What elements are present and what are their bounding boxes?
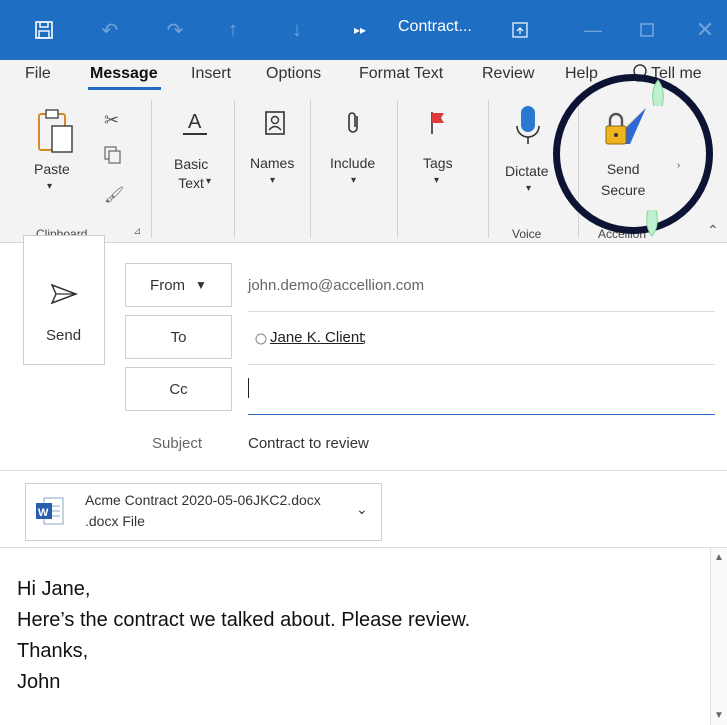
tags-dropdown-icon[interactable]: ▾ (434, 175, 439, 186)
close-icon[interactable]: ✕ (690, 0, 720, 60)
tab-insert[interactable]: Insert (191, 65, 231, 83)
cc-button[interactable]: Cc (125, 367, 232, 411)
more-commands-icon[interactable]: ▸▸ (345, 0, 375, 60)
redo-icon[interactable]: ↷ (160, 0, 190, 60)
maximize-icon[interactable] (632, 0, 662, 60)
ribbon-display-icon[interactable] (505, 0, 535, 60)
tab-format-text[interactable]: Format Text (359, 65, 443, 83)
attachment-name: Acme Contract 2020-05-06JKC2.docx (85, 492, 321, 508)
send-label: Send (46, 327, 82, 344)
presence-icon (255, 332, 267, 350)
from-label: From (150, 276, 186, 294)
scroll-down-icon[interactable]: ▼ (714, 710, 724, 721)
send-button[interactable]: Send (23, 235, 105, 365)
microphone-icon[interactable] (514, 104, 542, 153)
flag-icon[interactable] (428, 110, 448, 141)
basic-text-dropdown-icon[interactable]: ▾ (206, 176, 211, 187)
tags-label[interactable]: Tags (423, 155, 453, 171)
subject-label: Subject (152, 435, 203, 452)
names-label[interactable]: Names (250, 155, 294, 171)
scroll-up-icon[interactable]: ▲ (714, 552, 724, 563)
paste-icon[interactable] (36, 108, 76, 161)
tab-help[interactable]: Help (565, 65, 598, 83)
highlight-circle (553, 74, 713, 234)
include-dropdown-icon[interactable]: ▾ (351, 175, 356, 186)
subject-input[interactable]: Contract to review (248, 435, 369, 452)
dictate-label[interactable]: Dictate (505, 163, 549, 179)
divider (0, 470, 727, 471)
paste-dropdown-icon[interactable]: ▾ (47, 181, 52, 192)
separator (397, 100, 398, 238)
from-button[interactable]: From ▼ (125, 263, 232, 307)
basic-text-label[interactable]: Basic Text (174, 155, 208, 193)
to-recipient[interactable]: Jane K. Client (270, 329, 363, 346)
tab-message[interactable]: Message (90, 65, 158, 83)
paste-label[interactable]: Paste (34, 161, 70, 177)
tab-file[interactable]: File (25, 65, 51, 83)
separator (310, 100, 311, 238)
attachment-type: .docx File (85, 513, 145, 529)
include-label[interactable]: Include (330, 155, 375, 171)
separator (151, 100, 152, 238)
format-painter-icon[interactable]: 🖌 (104, 185, 124, 205)
copy-icon[interactable] (104, 146, 122, 169)
body-line: Here’s the contract we talked about. Ple… (17, 609, 471, 631)
cc-input[interactable] (248, 368, 715, 414)
cc-focus-underline (248, 414, 715, 415)
body-line: John (17, 671, 61, 693)
window-title: Contract... (398, 18, 472, 35)
attachment-chip[interactable]: W Acme Contract 2020-05-06JKC2.docx .doc… (25, 483, 382, 541)
to-button[interactable]: To (125, 315, 232, 359)
message-body[interactable]: Hi Jane, Here’s the contract we talked a… (0, 548, 710, 725)
vertical-scrollbar[interactable]: ▲ ▼ (710, 548, 727, 725)
cut-icon[interactable]: ✂ (104, 110, 119, 131)
send-arrow-icon (50, 283, 79, 310)
collapse-ribbon-icon[interactable]: ⌃ (707, 222, 719, 239)
cc-label: Cc (169, 380, 188, 398)
up-arrow-icon[interactable]: ↑ (218, 0, 248, 60)
address-book-icon[interactable] (264, 110, 286, 141)
text-cursor (248, 378, 249, 398)
to-separator: ; (362, 329, 367, 346)
green-mark-icon (642, 208, 662, 243)
tab-options[interactable]: Options (266, 65, 321, 83)
dictate-dropdown-icon[interactable]: ▾ (526, 183, 531, 194)
separator (234, 100, 235, 238)
names-dropdown-icon[interactable]: ▾ (270, 175, 275, 186)
divider (248, 364, 715, 365)
tab-review[interactable]: Review (482, 65, 534, 83)
down-arrow-icon[interactable]: ↓ (282, 0, 312, 60)
undo-icon[interactable]: ↶ (95, 0, 125, 60)
from-value: john.demo@accellion.com (248, 277, 425, 294)
chevron-down-icon: ▼ (195, 278, 207, 292)
dialog-launcher-icon[interactable]: ⊿ (133, 226, 141, 237)
word-file-icon: W (35, 496, 65, 531)
svg-text:A: A (188, 111, 202, 133)
body-line: Hi Jane, (17, 578, 91, 600)
divider (248, 311, 715, 312)
save-icon[interactable] (28, 0, 60, 60)
font-color-icon[interactable]: A (181, 108, 209, 145)
svg-text:W: W (38, 507, 49, 519)
green-mark-icon (648, 78, 668, 113)
separator (488, 100, 489, 238)
minimize-icon[interactable]: — (578, 0, 608, 60)
body-line: Thanks, (17, 640, 89, 662)
attach-paperclip-icon[interactable] (346, 110, 362, 141)
group-voice: Voice (512, 227, 542, 241)
title-bar: ↶ ↷ ↑ ↓ ▸▸ Contract... — ✕ (0, 0, 727, 60)
chevron-down-icon[interactable]: ⌄ (356, 501, 368, 518)
to-label: To (170, 328, 187, 346)
